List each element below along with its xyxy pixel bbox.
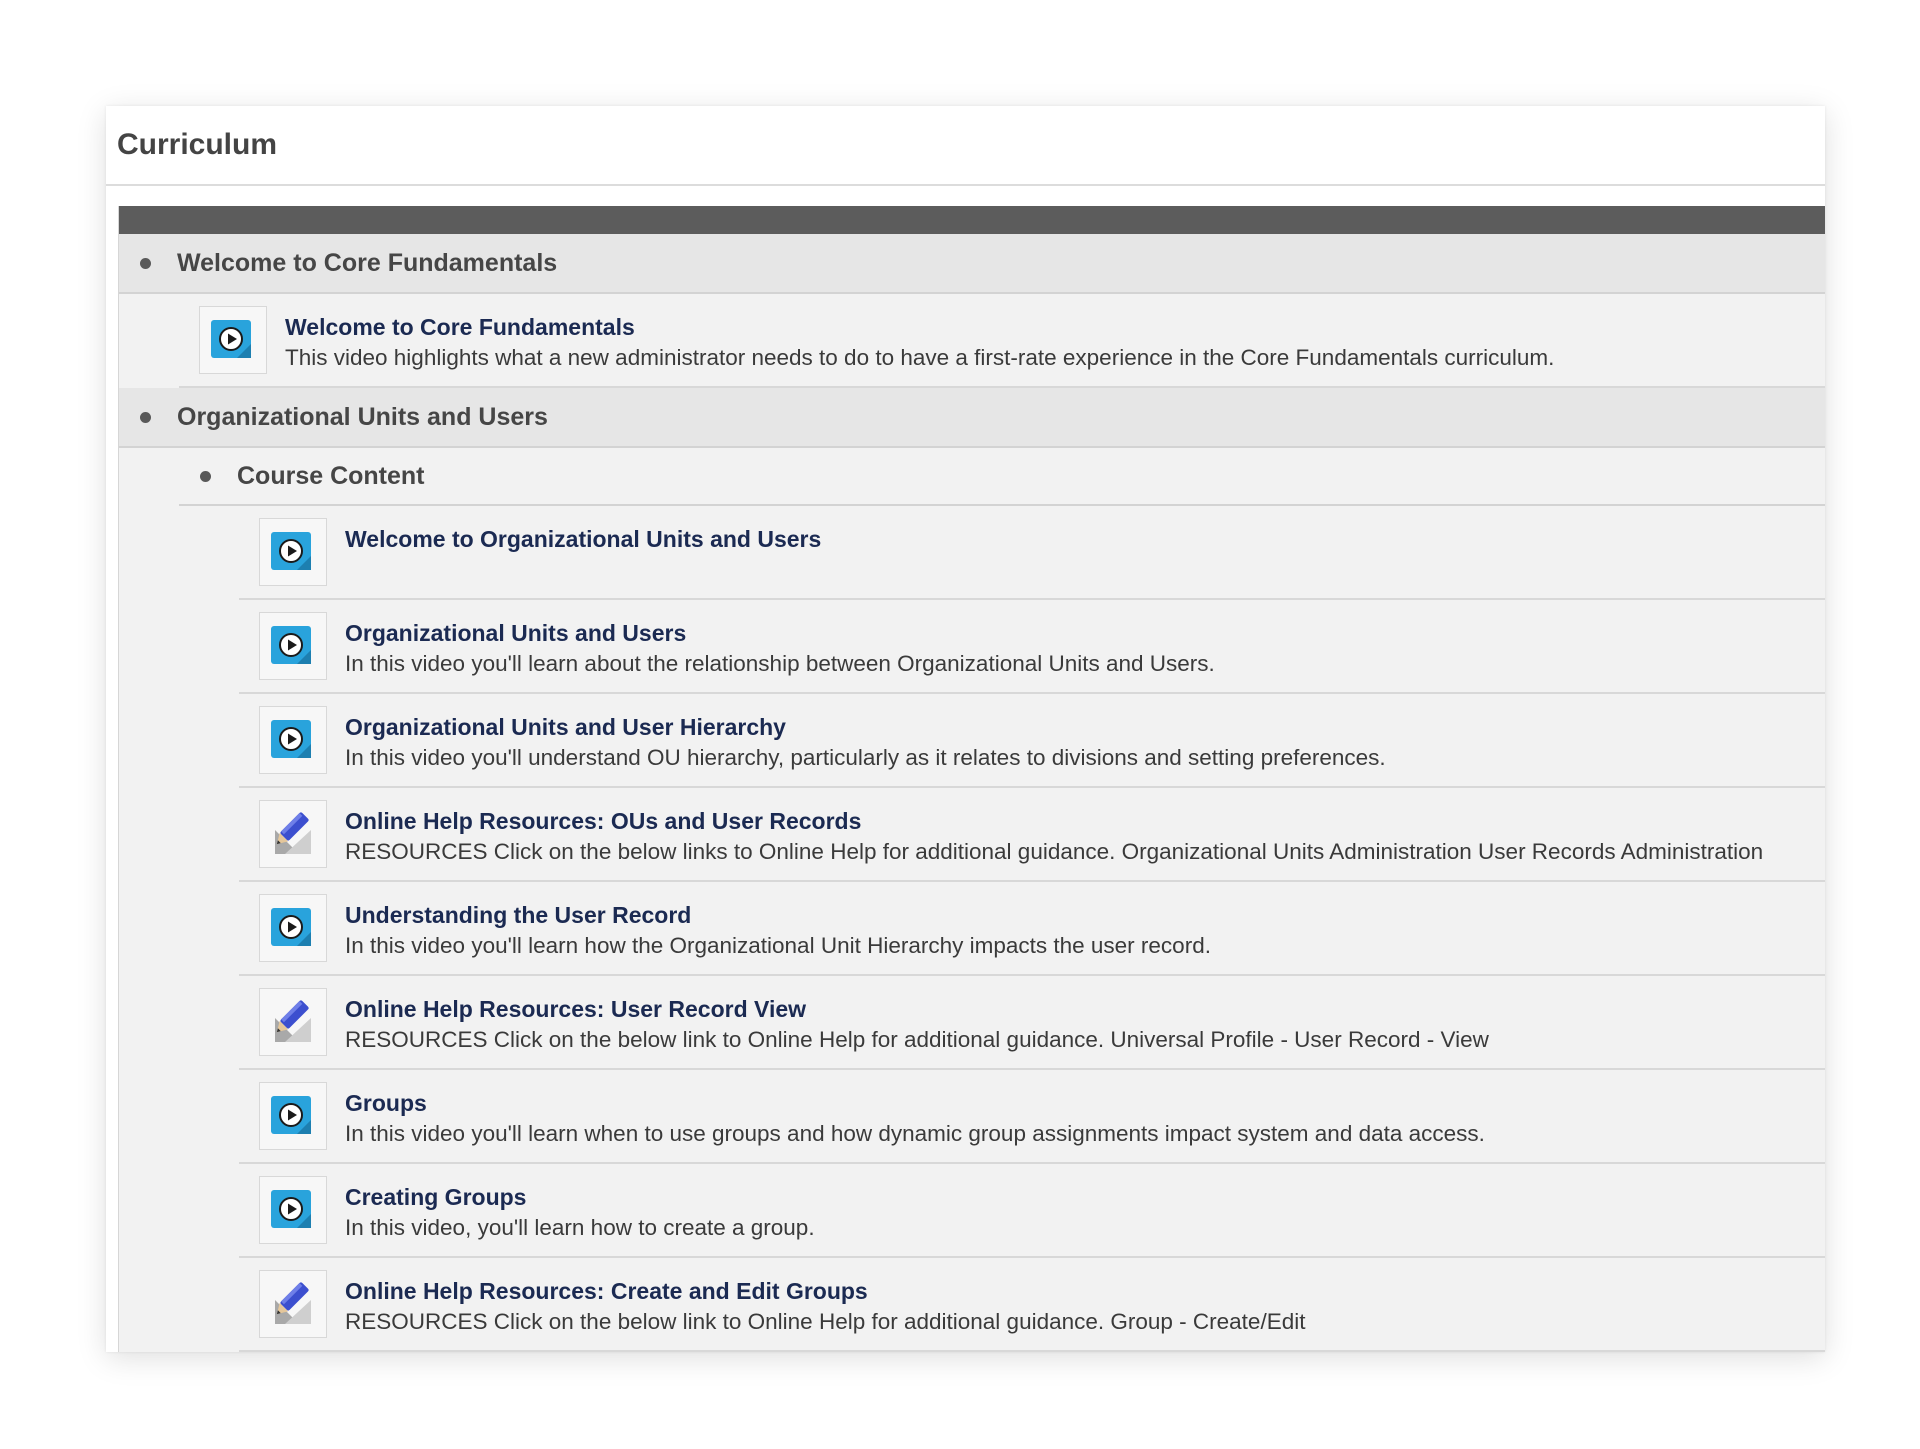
list-item: Welcome to Core Fundamentals This video … (179, 294, 1825, 388)
item-title-link[interactable]: Welcome to Core Fundamentals (285, 312, 1815, 342)
section-title: Organizational Units and Users (177, 402, 548, 431)
section-header[interactable]: Welcome to Core Fundamentals (119, 234, 1825, 294)
list-item: Creating Groups In this video, you'll le… (239, 1164, 1825, 1258)
panel-title: Curriculum (106, 106, 1825, 186)
curriculum-panel: Curriculum Welcome to Core Fundamentals … (106, 106, 1825, 1352)
video-icon[interactable] (199, 306, 267, 374)
video-icon[interactable] (259, 894, 327, 962)
list-item: Online Help Resources: Create and Edit G… (239, 1258, 1825, 1352)
list-item: Groups In this video you'll learn when t… (239, 1070, 1825, 1164)
video-icon[interactable] (259, 1082, 327, 1150)
list-item: Organizational Units and Users In this v… (239, 600, 1825, 694)
list-item: Understanding the User Record In this vi… (239, 882, 1825, 976)
item-description: RESOURCES Click on the below link to Onl… (345, 1027, 1489, 1052)
item-description: RESOURCES Click on the below link to Onl… (345, 1309, 1306, 1334)
item-title-link[interactable]: Online Help Resources: OUs and User Reco… (345, 806, 1815, 836)
video-icon[interactable] (259, 612, 327, 680)
item-title-link[interactable]: Understanding the User Record (345, 900, 1815, 930)
item-description: In this video you'll learn when to use g… (345, 1121, 1485, 1146)
list-item: Online Help Resources: OUs and User Reco… (239, 788, 1825, 882)
item-title-link[interactable]: Groups (345, 1088, 1815, 1118)
item-title-link[interactable]: Organizational Units and Users (345, 618, 1815, 648)
video-icon[interactable] (259, 1176, 327, 1244)
item-title-link[interactable]: Online Help Resources: User Record View (345, 994, 1815, 1024)
item-title-link[interactable]: Creating Groups (345, 1182, 1815, 1212)
item-title-link[interactable]: Organizational Units and User Hierarchy (345, 712, 1815, 742)
section-title: Welcome to Core Fundamentals (177, 248, 558, 277)
subsection-header[interactable]: Course Content (179, 448, 1825, 506)
list-item: Welcome to Organizational Units and User… (239, 506, 1825, 600)
item-description: RESOURCES Click on the below links to On… (345, 839, 1764, 864)
item-description: In this video you'll learn about the rel… (345, 651, 1215, 676)
bullet-icon (140, 411, 151, 423)
curriculum-tree: Welcome to Core Fundamentals Welcome to … (118, 206, 1825, 1352)
bullet-icon (140, 257, 151, 269)
item-description: In this video you'll learn how the Organ… (345, 933, 1211, 958)
item-description: This video highlights what a new adminis… (285, 345, 1555, 370)
section-header[interactable]: Organizational Units and Users (119, 388, 1825, 448)
material-pencil-icon[interactable] (259, 988, 327, 1056)
material-pencil-icon[interactable] (259, 1270, 327, 1338)
item-title-link[interactable]: Online Help Resources: Create and Edit G… (345, 1276, 1815, 1306)
bullet-icon (200, 470, 211, 482)
video-icon[interactable] (259, 706, 327, 774)
list-item: Organizational Units and User Hierarchy … (239, 694, 1825, 788)
subsection-title: Course Content (237, 461, 425, 490)
material-pencil-icon[interactable] (259, 800, 327, 868)
list-item: Online Help Resources: User Record View … (239, 976, 1825, 1070)
video-icon[interactable] (259, 518, 327, 586)
item-description: In this video, you'll learn how to creat… (345, 1215, 815, 1240)
item-description: In this video you'll understand OU hiera… (345, 745, 1386, 770)
tree-header-bar (119, 206, 1825, 234)
item-title-link[interactable]: Welcome to Organizational Units and User… (345, 524, 1815, 554)
